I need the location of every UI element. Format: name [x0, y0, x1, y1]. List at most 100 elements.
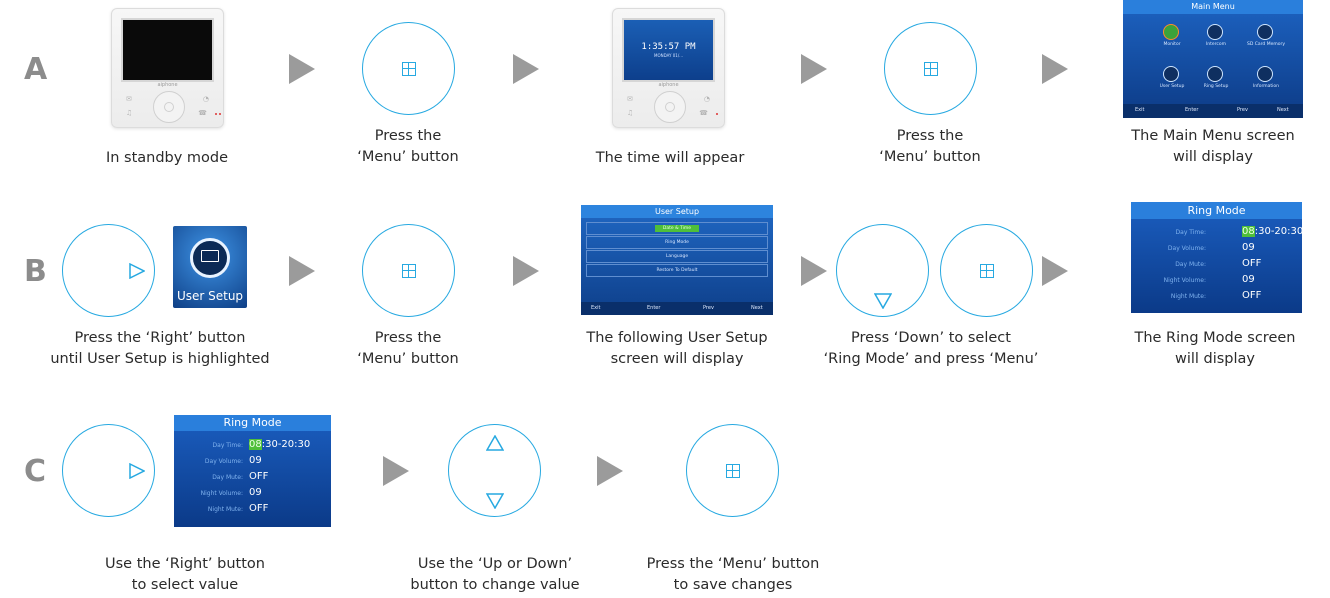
device-side-icon: ☎ [699, 109, 708, 117]
user-setup-footer: Exit Enter Prev Next [581, 302, 773, 315]
ring-mode-value: OFF [1242, 258, 1262, 269]
device-brand: aiphone [157, 82, 178, 88]
caption-line: Press the ‘Right’ button [74, 330, 246, 346]
ring-mode-key: Day Mute: [1175, 261, 1206, 268]
caption-standby: In standby mode [105, 150, 229, 166]
caption-line: Press the ‘Menu’ button [646, 556, 820, 572]
device-side-icon: ☎ [198, 109, 207, 117]
main-menu-footer: Exit Enter Prev Next [1123, 104, 1303, 118]
footer-prev: Prev [703, 305, 714, 311]
caption-line: ‘Menu’ button [879, 149, 981, 165]
ring-mode-value-highlight: 08 [1242, 226, 1255, 237]
footer-enter: Enter [647, 305, 661, 311]
caption-line: The Ring Mode screen [1134, 330, 1296, 346]
ring-mode-title: Ring Mode [1131, 202, 1302, 219]
ring-setup-icon [1207, 66, 1223, 82]
menu-button-icon [923, 61, 938, 76]
caption-press-down: Press ‘Down’ to select ‘Ring Mode’ and p… [800, 328, 1062, 370]
menu-button-icon [401, 263, 416, 278]
caption-press-menu-1: Press the ‘Menu’ button [333, 126, 483, 168]
right-arrow-icon [129, 263, 145, 279]
user-setup-icon [190, 238, 230, 278]
ring-mode-value: 09 [249, 487, 262, 498]
down-arrow-icon [874, 293, 892, 309]
ring-mode-value: OFF [249, 503, 269, 514]
ring-mode-row: Night Volume: 09 [1131, 274, 1302, 288]
user-setup-tile: User Setup [173, 226, 247, 308]
ring-mode-screen-c: Ring Mode Day Time: 08:30-20:30 Day Volu… [174, 415, 331, 527]
caption-use-right: Use the ‘Right’ button to select value [80, 554, 290, 596]
ring-mode-row: Night Volume: 09 [174, 487, 331, 501]
ring-mode-key: Day Volume: [1167, 245, 1206, 252]
caption-line: to select value [131, 577, 239, 593]
footer-exit: Exit [591, 305, 601, 311]
device-side-icon: ◔ [202, 95, 209, 103]
sd-card-icon [1257, 24, 1273, 40]
ring-mode-key: Night Volume: [200, 490, 243, 497]
down-arrow-icon [486, 493, 504, 509]
main-menu-item: SD Card Memory [1246, 42, 1285, 47]
user-setup-screen: User Setup Date & Time Ring Mode Languag… [581, 205, 773, 315]
caption-press-save: Press the ‘Menu’ button to save changes [622, 554, 844, 596]
caption-line: will display [1172, 149, 1254, 165]
caption-press-menu-2: Press the ‘Menu’ button [855, 126, 1005, 168]
user-setup-item: Language [586, 250, 768, 263]
ring-mode-value: OFF [1242, 290, 1262, 301]
caption-line: ‘Menu’ button [357, 149, 459, 165]
ring-mode-value: 08:30-20:30 [1242, 226, 1302, 237]
footer-prev: Prev [1237, 107, 1248, 113]
flow-arrow-icon [513, 256, 539, 286]
flow-arrow-icon [289, 256, 315, 286]
caption-line: Press the [374, 330, 442, 346]
clock-date: MONDAY 01/... [654, 53, 683, 58]
ring-mode-value-rest: :30-20:30 [261, 439, 311, 450]
ring-mode-key: Day Time: [1175, 229, 1206, 236]
navigation-pad [653, 91, 686, 123]
navigation-pad [152, 91, 185, 123]
caption-time-appear: The time will appear [595, 150, 745, 166]
right-arrow-icon [129, 463, 145, 479]
ring-mode-key: Night Mute: [207, 506, 243, 513]
flow-arrow-icon [1042, 256, 1068, 286]
user-setup-item: Date & Time [586, 222, 768, 235]
flow-arrow-icon [801, 54, 827, 84]
device-side-icon: ♫ [126, 109, 133, 117]
menu-button [686, 424, 779, 517]
ring-mode-row: Night Mute: OFF [174, 503, 331, 517]
main-menu-title: Main Menu [1123, 0, 1303, 14]
right-button [62, 424, 155, 517]
ring-mode-value: 09 [1242, 242, 1255, 253]
caption-line: screen will display [610, 351, 744, 367]
menu-button-icon [401, 61, 416, 76]
caption-line: Use the ‘Right’ button [105, 556, 265, 572]
up-arrow-icon [486, 435, 504, 451]
ring-mode-key: Day Mute: [212, 474, 243, 481]
user-setup-tile-label: User Setup [176, 289, 244, 303]
information-icon [1257, 66, 1273, 82]
ring-mode-row: Day Time: 08:30-20:30 [1131, 226, 1302, 240]
row-label-c: C [24, 454, 47, 489]
ring-mode-title: Ring Mode [174, 415, 331, 431]
caption-line: to save changes [673, 577, 793, 593]
menu-button [362, 224, 455, 317]
ring-mode-value-rest: :30-20:30 [1254, 226, 1302, 237]
right-button [62, 224, 155, 317]
ring-mode-row: Day Mute: OFF [1131, 258, 1302, 272]
monitor-screen-off [121, 18, 214, 82]
row-label-b: B [24, 254, 47, 289]
menu-button [940, 224, 1033, 317]
device-brand: aiphone [658, 82, 679, 88]
user-setup-icon [1163, 66, 1179, 82]
status-led [716, 113, 718, 115]
user-setup-item: Restore To Default [586, 264, 768, 277]
device-side-icon: ◔ [703, 95, 710, 103]
caption-line: ‘Menu’ button [357, 351, 459, 367]
caption-line: will display [1174, 351, 1256, 367]
menu-button-icon [979, 263, 994, 278]
device-side-icon: ✉ [126, 95, 132, 103]
ring-mode-row: Day Volume: 09 [174, 455, 331, 469]
status-led [215, 113, 217, 115]
caption-line: Press the [374, 128, 442, 144]
flow-arrow-icon [513, 54, 539, 84]
ring-mode-value: 08:30-20:30 [249, 439, 310, 450]
